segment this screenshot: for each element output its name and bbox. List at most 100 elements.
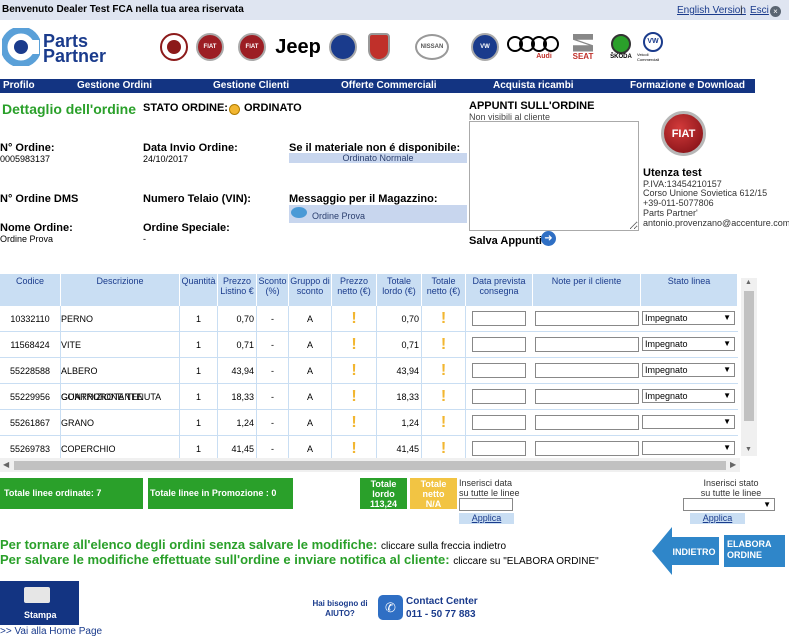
save-notes-button[interactable]: Salva Appunti xyxy=(469,235,542,247)
warning-icon: ! xyxy=(332,332,377,358)
cell-desc: PERNO xyxy=(61,306,180,332)
special-order-label: Ordine Speciale: xyxy=(143,222,230,234)
warning-icon: ! xyxy=(332,410,377,436)
arrow-right-icon[interactable]: ➜ xyxy=(541,231,556,246)
col-codice[interactable]: Codice xyxy=(0,274,61,306)
notes-textarea[interactable] xyxy=(469,121,639,231)
nav-gestione-ordini[interactable]: Gestione Ordini xyxy=(77,80,152,91)
send-date-value: 24/10/2017 xyxy=(143,154,189,164)
nissan-logo[interactable]: NISSAN xyxy=(414,31,450,63)
close-icon[interactable]: × xyxy=(770,6,781,17)
nav-acquista-ricambi[interactable]: Acquista ricambi xyxy=(493,80,574,91)
col-totale-netto[interactable]: Totale netto (€) xyxy=(422,274,466,306)
col-prezzo-listino[interactable]: Prezzo Listino € xyxy=(218,274,257,306)
audi-rings-icon xyxy=(507,35,559,52)
scroll-right-icon[interactable]: ▶ xyxy=(730,460,736,469)
delivery-date-input[interactable] xyxy=(472,337,526,352)
scroll-left-icon[interactable]: ◀ xyxy=(3,460,9,469)
cell-code: 11568424 xyxy=(0,332,61,358)
nav-gestione-clienti[interactable]: Gestione Clienti xyxy=(213,80,289,91)
logout-link[interactable]: Esci xyxy=(750,5,769,16)
customer-note-input[interactable] xyxy=(535,441,639,456)
customer-note-input[interactable] xyxy=(535,389,639,404)
scroll-up-icon[interactable]: ▲ xyxy=(745,279,752,286)
back-button[interactable]: INDIETRO xyxy=(652,527,719,575)
date-all-input[interactable] xyxy=(459,498,513,511)
cell-desc: VITE xyxy=(61,332,180,358)
cell-code: 55229956 xyxy=(0,384,61,410)
horizontal-scroll-thumb[interactable] xyxy=(14,461,726,470)
delivery-date-input[interactable] xyxy=(472,389,526,404)
warning-icon: ! xyxy=(422,358,466,384)
user-company: Parts Partner' xyxy=(643,208,698,218)
vertical-scroll-thumb[interactable] xyxy=(744,291,754,421)
col-quantita[interactable]: Quantità xyxy=(180,274,218,306)
chevron-down-icon: ▼ xyxy=(763,500,771,509)
nav-offerte-commerciali[interactable]: Offerte Commerciali xyxy=(341,80,437,91)
alfa-romeo-logo[interactable] xyxy=(159,31,189,63)
order-status-value: ORDINATO xyxy=(244,102,302,114)
nav-formazione-download[interactable]: Formazione e Download xyxy=(630,80,745,91)
jeep-logo[interactable]: Jeep xyxy=(274,31,322,63)
apply-date-button[interactable]: Applica xyxy=(459,513,514,524)
customer-note-input[interactable] xyxy=(535,337,639,352)
delivery-date-input[interactable] xyxy=(472,311,526,326)
vw-commercial-logo[interactable]: VW Veicoli Commerciali xyxy=(637,31,669,63)
state-all-select[interactable]: ▼ xyxy=(683,498,775,511)
back-label: INDIETRO xyxy=(672,547,715,557)
customer-note-input[interactable] xyxy=(535,363,639,378)
cell-qty: 1 xyxy=(180,306,218,332)
col-gruppo-sconto[interactable]: Gruppo di sconto xyxy=(289,274,332,306)
notes-title: APPUNTI SULL'ORDINE xyxy=(469,100,595,112)
col-stato-linea[interactable]: Stato linea xyxy=(641,274,738,306)
skoda-emblem-icon xyxy=(611,34,631,54)
audi-logo[interactable]: Audi xyxy=(505,31,563,63)
fiat-logo[interactable]: FIAT xyxy=(195,31,225,63)
chevron-down-icon: ▼ xyxy=(723,313,731,322)
fiat-brand-icon: FIAT xyxy=(661,111,706,156)
fiat-professional-logo[interactable]: FIAT xyxy=(235,31,269,63)
total-net-badge: Totale netto N/A xyxy=(410,478,457,509)
cell-group: A xyxy=(289,332,332,358)
line-status-select[interactable]: Impegnato ▼ xyxy=(642,337,735,351)
delivery-date-input[interactable] xyxy=(472,415,526,430)
instruction-process: Per salvare le modifiche effettuate sull… xyxy=(0,552,599,567)
nav-profilo[interactable]: Profilo xyxy=(3,80,35,91)
process-order-button[interactable]: ELABORA ORDINE xyxy=(724,535,785,567)
seat-logo[interactable]: SEAT xyxy=(563,31,603,63)
apply-state-button[interactable]: Applica xyxy=(690,513,745,524)
main-nav: Profilo Gestione Ordini Gestione Clienti… xyxy=(0,79,755,93)
abarth-logo[interactable] xyxy=(364,31,394,63)
home-link[interactable]: >> Vai alla Home Page xyxy=(0,626,102,637)
warning-icon: ! xyxy=(422,410,466,436)
col-sconto[interactable]: Sconto (%) xyxy=(257,274,289,306)
line-status-select[interactable]: Impegnato ▼ xyxy=(642,363,735,377)
line-status-select[interactable]: ▼ xyxy=(642,441,735,455)
delivery-date-input[interactable] xyxy=(472,441,526,456)
lancia-logo[interactable] xyxy=(328,31,358,63)
delivery-date-input[interactable] xyxy=(472,363,526,378)
line-status-select[interactable]: ▼ xyxy=(642,415,735,429)
printer-icon xyxy=(24,587,50,603)
total-gross-value: 113,24 xyxy=(369,499,398,509)
cell-lordo: 0,71 xyxy=(377,332,422,358)
skoda-logo[interactable]: ŠKODA xyxy=(605,31,637,63)
line-status-select[interactable]: Impegnato ▼ xyxy=(642,389,735,403)
parts-partner-logo-icon xyxy=(2,28,40,66)
vw-commercial-label: Veicoli Commerciali xyxy=(637,52,660,62)
col-totale-lordo[interactable]: Totale lordo (€) xyxy=(377,274,422,306)
customer-note-input[interactable] xyxy=(535,415,639,430)
col-prezzo-netto[interactable]: Prezzo netto (€) xyxy=(332,274,377,306)
col-descrizione[interactable]: Descrizione xyxy=(61,274,180,306)
line-status-value: Impegnato xyxy=(645,313,688,323)
col-note-cliente[interactable]: Note per il cliente xyxy=(533,274,641,306)
cell-discount: - xyxy=(257,410,289,436)
line-status-select[interactable]: Impegnato ▼ xyxy=(642,311,735,325)
col-data-consegna[interactable]: Data prevista consegna xyxy=(466,274,533,306)
english-version-link[interactable]: English Version xyxy=(677,5,746,16)
scroll-down-icon[interactable]: ▼ xyxy=(745,446,752,453)
total-gross-label: Totale lordo xyxy=(370,479,397,499)
customer-note-input[interactable] xyxy=(535,311,639,326)
special-order-value: - xyxy=(143,234,146,244)
volkswagen-logo[interactable]: VW xyxy=(470,31,500,63)
